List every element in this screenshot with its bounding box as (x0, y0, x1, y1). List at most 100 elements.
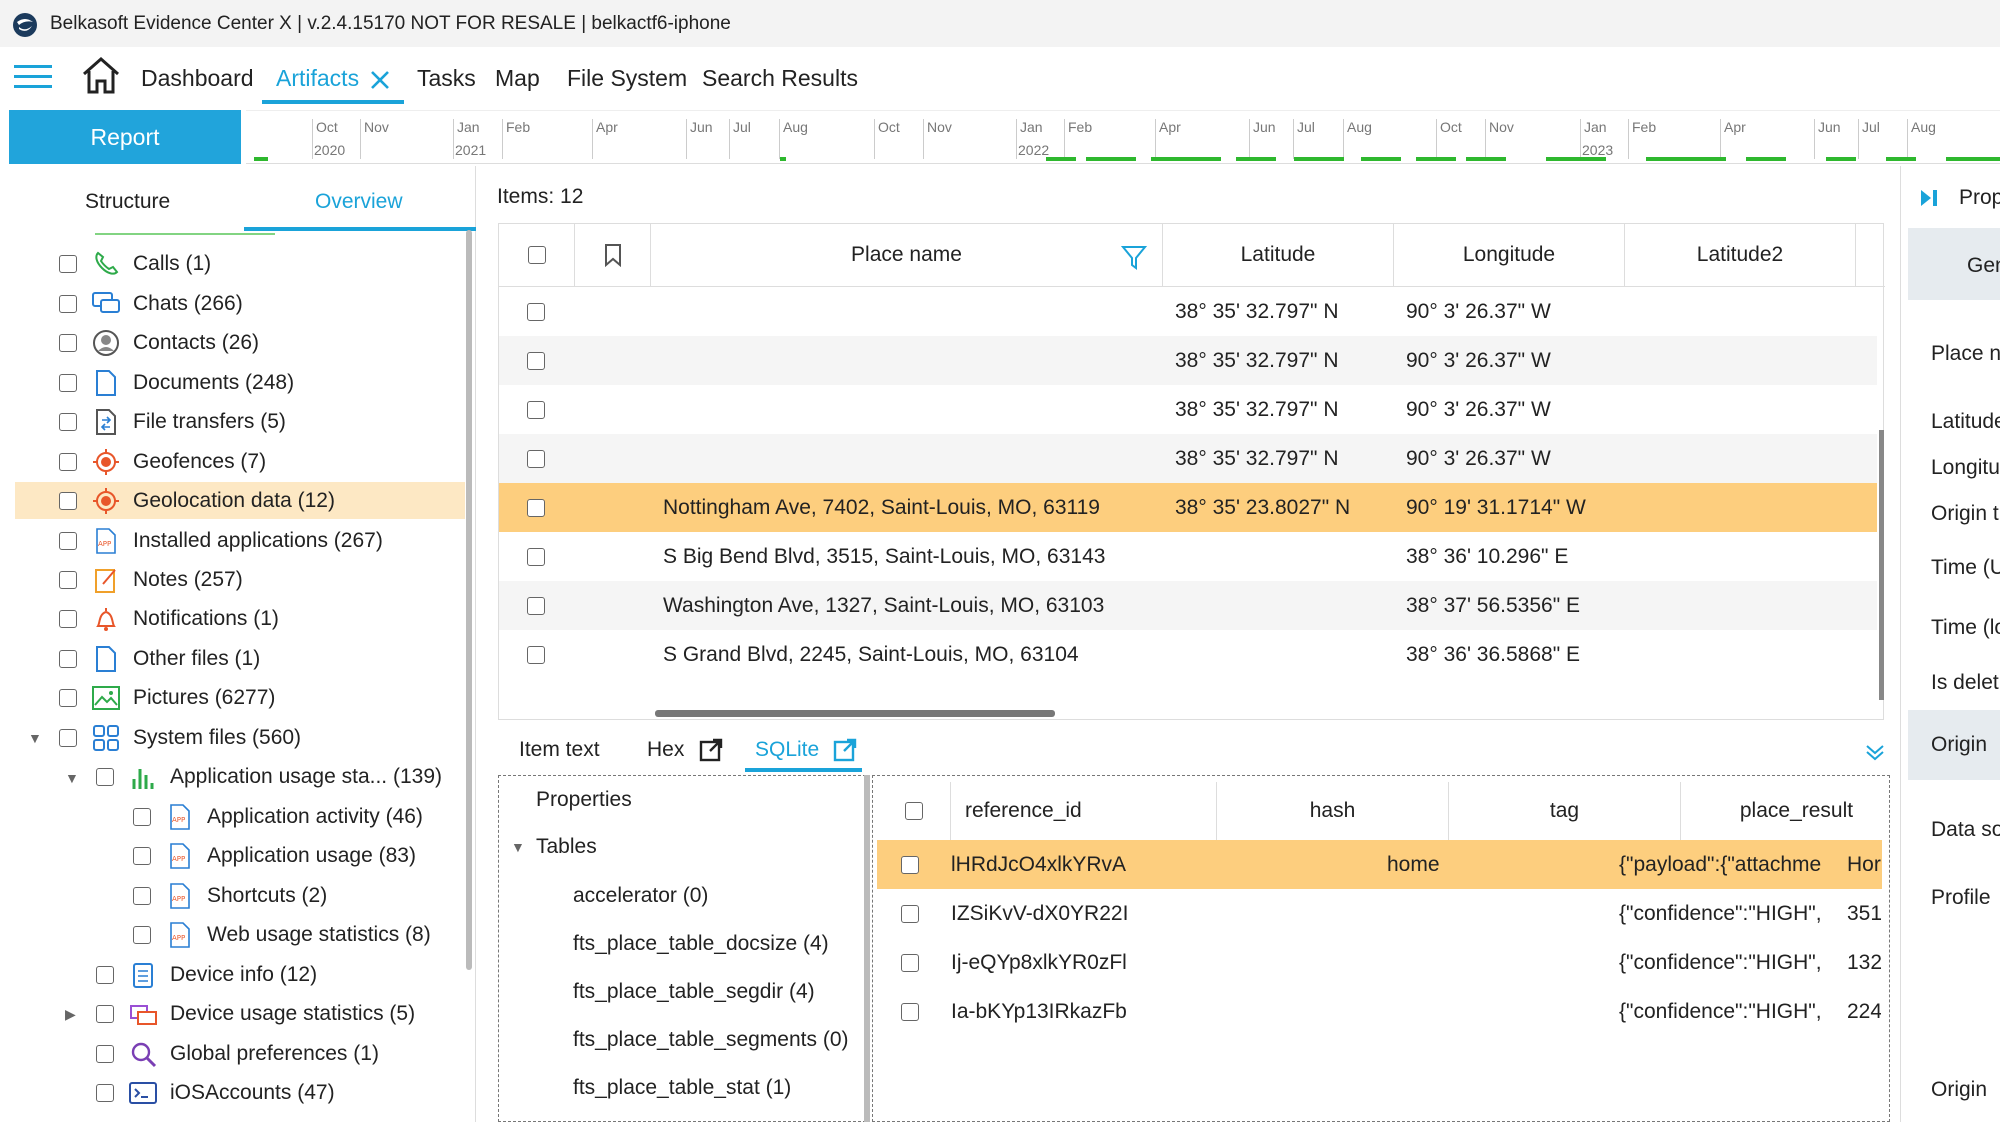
row-checkbox[interactable] (527, 498, 545, 517)
column-header-hash[interactable]: hash (1217, 782, 1449, 840)
tree-item-geofences[interactable]: Geofences (7) (59, 443, 266, 480)
tree-checkbox[interactable] (59, 333, 77, 352)
tree-checkbox[interactable] (59, 491, 77, 510)
table-row[interactable]: Washington Ave, 1327, Saint-Louis, MO, 6… (499, 581, 1877, 630)
row-checkbox[interactable] (527, 449, 545, 468)
tree-item-application-usage[interactable]: APP Application usage (83) (133, 837, 416, 874)
tree-table-item[interactable]: fts_place_table_docsize (4) (573, 932, 829, 956)
tree-checkbox[interactable] (59, 412, 77, 431)
table-row[interactable]: 38° 35' 32.797" N 90° 3' 26.37" W (499, 385, 1877, 434)
collapse-arrow-icon[interactable]: ▼ (65, 770, 79, 786)
tree-item-application-usage-statistics[interactable]: Application usage sta... (139) (96, 758, 442, 795)
table-row[interactable]: 38° 35' 32.797" N 90° 3' 26.37" W (499, 336, 1877, 385)
table-row[interactable]: 38° 35' 32.797" N 90° 3' 26.37" W (499, 434, 1877, 483)
nav-dashboard[interactable]: Dashboard (141, 65, 254, 92)
row-checkbox[interactable] (901, 1002, 919, 1021)
column-header-place-result[interactable]: place_result (1681, 782, 1913, 840)
tree-item-device-usage-statistics[interactable]: Device usage statistics (5) (96, 995, 415, 1032)
tree-scrollbar[interactable] (466, 230, 472, 970)
tree-checkbox[interactable] (59, 688, 77, 707)
select-all-checkbox[interactable] (904, 802, 923, 820)
tab-sqlite[interactable]: SQLite (755, 738, 819, 762)
filter-icon[interactable] (1120, 244, 1148, 275)
tree-item-documents[interactable]: Documents (248) (59, 364, 294, 401)
tree-checkbox[interactable] (96, 965, 114, 984)
column-header-tag[interactable]: tag (1449, 782, 1681, 840)
tree-checkbox[interactable] (59, 452, 77, 471)
tree-item-web-usage-statistics[interactable]: APP Web usage statistics (8) (133, 916, 431, 953)
nav-file-system[interactable]: File System (567, 65, 687, 92)
tree-checkbox[interactable] (59, 373, 77, 392)
tree-checkbox[interactable] (133, 925, 151, 944)
tree-item-chats[interactable]: Chats (266) (59, 285, 243, 322)
nav-map[interactable]: Map (495, 65, 540, 92)
select-all-header[interactable] (499, 224, 575, 286)
tab-item-text[interactable]: Item text (519, 738, 600, 762)
column-header-longitude[interactable]: Longitude (1394, 224, 1625, 286)
hamburger-menu-icon[interactable] (14, 63, 52, 94)
select-all-header[interactable] (877, 782, 951, 840)
row-checkbox[interactable] (527, 645, 545, 664)
timeline[interactable]: Oct Nov Jan Feb Apr Jun Jul Aug Oct Nov … (246, 110, 2000, 164)
tree-item-notes[interactable]: Notes (257) (59, 561, 243, 598)
tree-checkbox[interactable] (96, 1044, 114, 1063)
sqlite-row-selected[interactable]: lHRdJcO4xlkYRvA home {"payload":{"attach… (877, 840, 1882, 889)
tree-checkbox[interactable] (133, 886, 151, 905)
collapse-arrow-icon[interactable]: ▼ (28, 730, 42, 746)
sqlite-row[interactable]: Ij-eQYp8xlkYR0zFl {"confidence":"HIGH", … (877, 938, 1882, 987)
collapse-arrow-icon[interactable]: ▼ (511, 839, 525, 855)
tree-checkbox[interactable] (59, 531, 77, 550)
tree-item-system-files[interactable]: System files (560) (59, 719, 301, 756)
row-checkbox[interactable] (527, 302, 545, 321)
grid-horizontal-scrollbar[interactable] (655, 710, 1055, 717)
tree-item-file-transfers[interactable]: File transfers (5) (59, 403, 286, 440)
column-header-reference-id[interactable]: reference_id (951, 782, 1217, 840)
open-external-icon[interactable] (833, 738, 857, 767)
tree-item-iosaccounts[interactable]: iOSAccounts (47) (96, 1074, 335, 1111)
row-checkbox[interactable] (901, 904, 919, 923)
tree-table-item[interactable]: fts_place_table_segdir (4) (573, 980, 815, 1004)
tree-checkbox[interactable] (96, 1004, 114, 1023)
tree-item-notifications[interactable]: Notifications (1) (59, 600, 279, 637)
tree-table-item[interactable]: accelerator (0) (573, 884, 708, 908)
home-icon[interactable] (80, 55, 122, 100)
tree-checkbox[interactable] (96, 767, 114, 786)
open-external-icon[interactable] (699, 738, 723, 767)
tree-item-calls[interactable]: Calls (1) (59, 245, 211, 282)
tree-checkbox[interactable] (59, 728, 77, 747)
column-header-latitude[interactable]: Latitude (1163, 224, 1394, 286)
tree-item-contacts[interactable]: Contacts (26) (59, 324, 259, 361)
grid-vertical-scrollbar[interactable] (1879, 430, 1884, 700)
tree-item-application-activity[interactable]: APP Application activity (46) (133, 798, 423, 835)
close-tab-icon[interactable] (370, 70, 390, 95)
tree-item-shortcuts[interactable]: APP Shortcuts (2) (133, 877, 327, 914)
chevron-down-icon[interactable] (1864, 740, 1886, 767)
tree-item-device-info[interactable]: Device info (12) (96, 956, 317, 993)
nav-artifacts[interactable]: Artifacts (276, 65, 359, 92)
tree-item-pictures[interactable]: Pictures (6277) (59, 679, 275, 716)
row-checkbox[interactable] (527, 400, 545, 419)
tree-checkbox[interactable] (133, 807, 151, 826)
tab-structure[interactable]: Structure (85, 190, 170, 214)
tree-checkbox[interactable] (59, 254, 77, 273)
tree-table-item[interactable]: fts_place_table_stat (1) (573, 1076, 791, 1100)
tree-checkbox[interactable] (59, 649, 77, 668)
expand-arrow-icon[interactable]: ▶ (65, 1006, 76, 1023)
tab-hex[interactable]: Hex (647, 738, 684, 762)
column-header-latitude2[interactable]: Latitude2 (1625, 224, 1856, 286)
report-button[interactable]: Report (9, 110, 241, 164)
select-all-checkbox[interactable] (527, 246, 546, 264)
row-checkbox[interactable] (527, 351, 545, 370)
column-header-place-name[interactable]: Place name (651, 224, 1163, 286)
tree-checkbox[interactable] (59, 294, 77, 313)
bookmark-header[interactable] (575, 224, 651, 286)
tree-checkbox[interactable] (59, 570, 77, 589)
table-row[interactable]: S Grand Blvd, 2245, Saint-Louis, MO, 631… (499, 630, 1877, 679)
table-row-selected[interactable]: Nottingham Ave, 7402, Saint-Louis, MO, 6… (499, 483, 1877, 532)
tree-item-installed-applications[interactable]: APP Installed applications (267) (59, 522, 383, 559)
tree-checkbox[interactable] (59, 609, 77, 628)
sqlite-row[interactable]: Ia-bKYp13IRkazFb {"confidence":"HIGH", 2… (877, 987, 1882, 1036)
tree-table-item[interactable]: fts_place_table_segments (0) (573, 1028, 849, 1052)
row-checkbox[interactable] (901, 953, 919, 972)
table-row[interactable]: 38° 35' 32.797" N 90° 3' 26.37" W (499, 287, 1877, 336)
